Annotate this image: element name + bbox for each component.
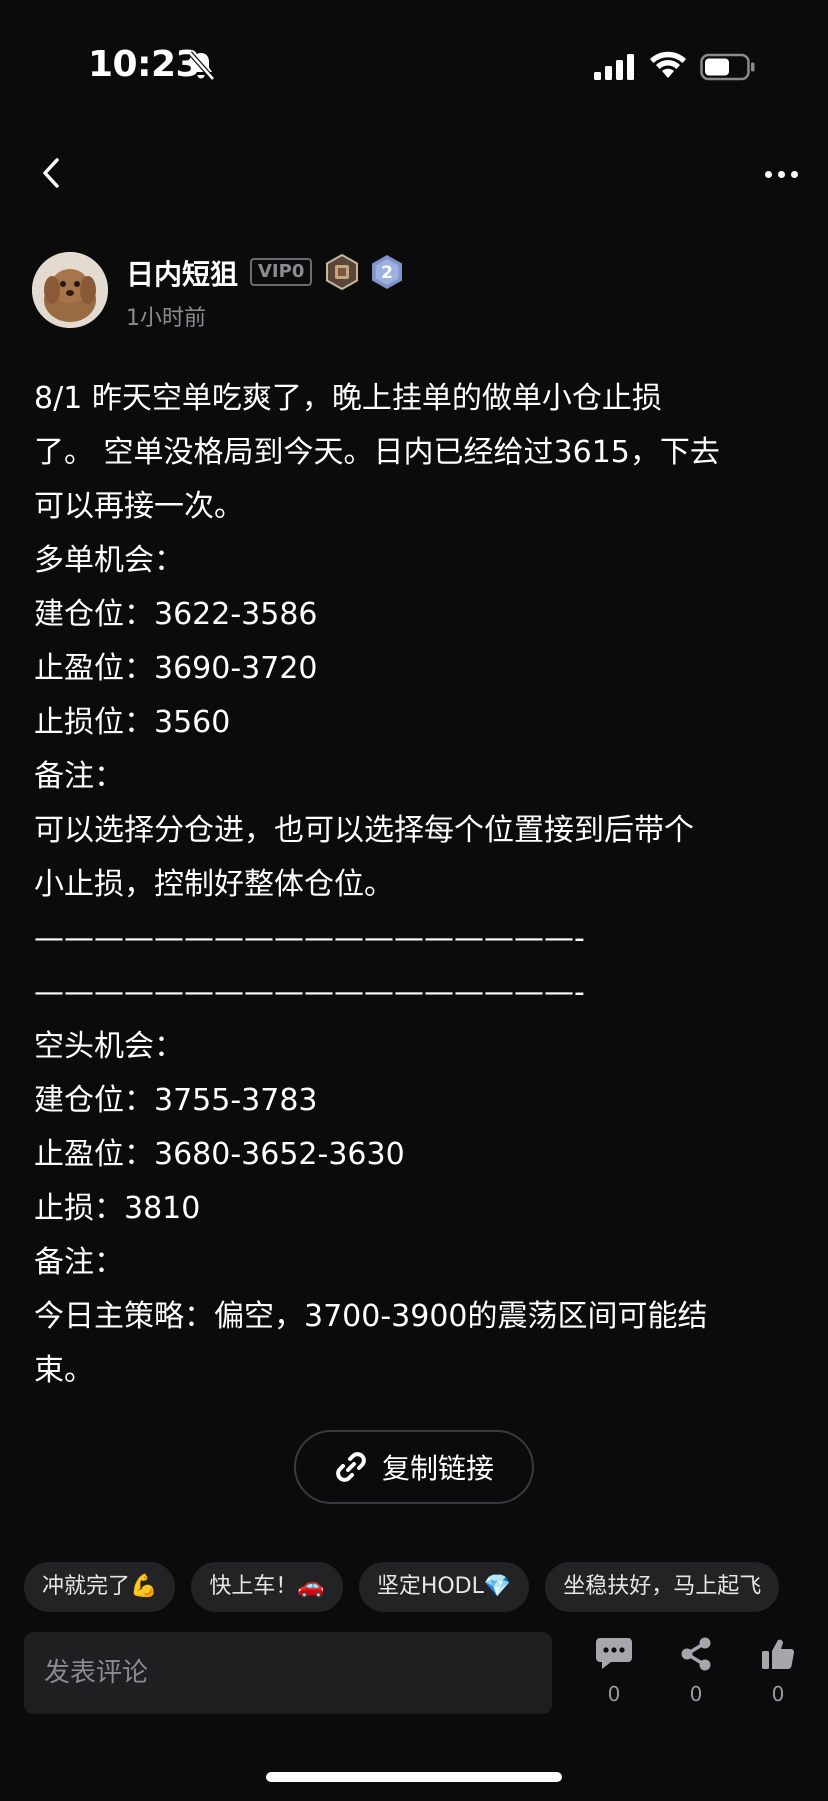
comment-count: 0 xyxy=(607,1682,621,1706)
thumbs-up-icon xyxy=(762,1639,795,1670)
post-line: 可以再接一次。 xyxy=(34,489,244,524)
post-line: 小止损，控制好整体仓位。 xyxy=(34,867,394,902)
post-line: 止盈位：3680-3652-3630 xyxy=(34,1137,405,1172)
post-line: 止损：3810 xyxy=(34,1191,201,1226)
post-detail-screen: 10:23 日内短狙 VIP0 2 1小时前 8/1 昨天空单吃爽了，晚上挂单的… xyxy=(0,0,828,1801)
more-dot-icon xyxy=(790,170,798,178)
post-line: 止损位：3560 xyxy=(34,705,231,740)
status-time: 10:23 xyxy=(88,44,201,85)
quick-reply-chip[interactable]: 坚定HODL💎 xyxy=(358,1562,530,1612)
post-line: 备注： xyxy=(34,759,124,794)
quick-reply-chip[interactable]: 坐稳扶好，马上起飞 xyxy=(545,1562,780,1612)
share-icon xyxy=(681,1637,711,1671)
medal-badge-icon xyxy=(326,254,358,290)
level-number: 2 xyxy=(381,263,393,283)
more-dot-icon xyxy=(777,170,785,178)
dog-avatar-image xyxy=(32,252,108,328)
post-line: 止盈位：3690-3720 xyxy=(34,651,318,686)
comment-bubble-icon xyxy=(596,1638,632,1669)
share-count: 0 xyxy=(689,1682,703,1706)
post-line: 了。 空单没格局到今天。日内已经给过3615，下去 xyxy=(34,435,720,470)
post-divider-line: ——————————————————- xyxy=(34,975,585,1010)
post-divider-line: ——————————————————- xyxy=(34,921,585,956)
copy-link-label: 复制链接 xyxy=(381,1452,494,1485)
post-line: 备注： xyxy=(34,1245,124,1280)
post-content: 8/1 昨天空单吃爽了，晚上挂单的做单小仓止损 了。 空单没格局到今天。日内已经… xyxy=(34,372,804,1398)
quick-reply-chip[interactable]: 冲就完了💪 xyxy=(24,1562,176,1612)
back-button[interactable] xyxy=(28,150,74,196)
post-line: 建仓位：3755-3783 xyxy=(34,1083,318,1118)
chevron-left-icon xyxy=(43,158,59,188)
vip-badge: VIP0 xyxy=(250,258,313,286)
share-button[interactable]: 0 xyxy=(666,1636,726,1706)
author-name[interactable]: 日内短狙 xyxy=(126,253,238,293)
quick-reply-list: 冲就完了💪 快上车！🚗 坚定HODL💎 坐稳扶好，马上起飞 xyxy=(24,1562,780,1612)
post-line: 束。 xyxy=(34,1353,94,1388)
post-line: 今日主策略：偏空，3700-3900的震荡区间可能结 xyxy=(34,1299,708,1334)
post-timestamp: 1小时前 xyxy=(126,306,206,331)
bell-muted-icon xyxy=(188,51,215,81)
post-line: 可以选择分仓进，也可以选择每个位置接到后带个 xyxy=(34,813,694,848)
wifi-icon xyxy=(650,51,686,78)
more-dot-icon xyxy=(764,170,772,178)
like-count: 0 xyxy=(771,1682,785,1706)
post-line: 8/1 昨天空单吃爽了，晚上挂单的做单小仓止损 xyxy=(34,381,662,416)
quick-reply-chip[interactable]: 快上车！🚗 xyxy=(191,1562,343,1612)
post-line: 空头机会： xyxy=(34,1029,184,1064)
level-badge-icon: 2 xyxy=(372,255,402,289)
copy-link-button[interactable]: 复制链接 xyxy=(294,1430,534,1504)
post-line: 建仓位：3622-3586 xyxy=(34,597,318,632)
link-icon xyxy=(336,1452,366,1482)
comment-input[interactable]: 发表评论 xyxy=(24,1632,552,1714)
author-avatar[interactable] xyxy=(32,252,108,328)
cellular-signal-icon xyxy=(594,54,634,80)
more-options-button[interactable] xyxy=(758,156,804,192)
battery-icon xyxy=(700,53,755,81)
status-bar: 10:23 xyxy=(0,0,828,130)
post-line: 多单机会： xyxy=(34,543,184,578)
home-indicator xyxy=(266,1772,562,1782)
like-button[interactable]: 0 xyxy=(748,1636,808,1706)
comment-button[interactable]: 0 xyxy=(584,1636,644,1706)
